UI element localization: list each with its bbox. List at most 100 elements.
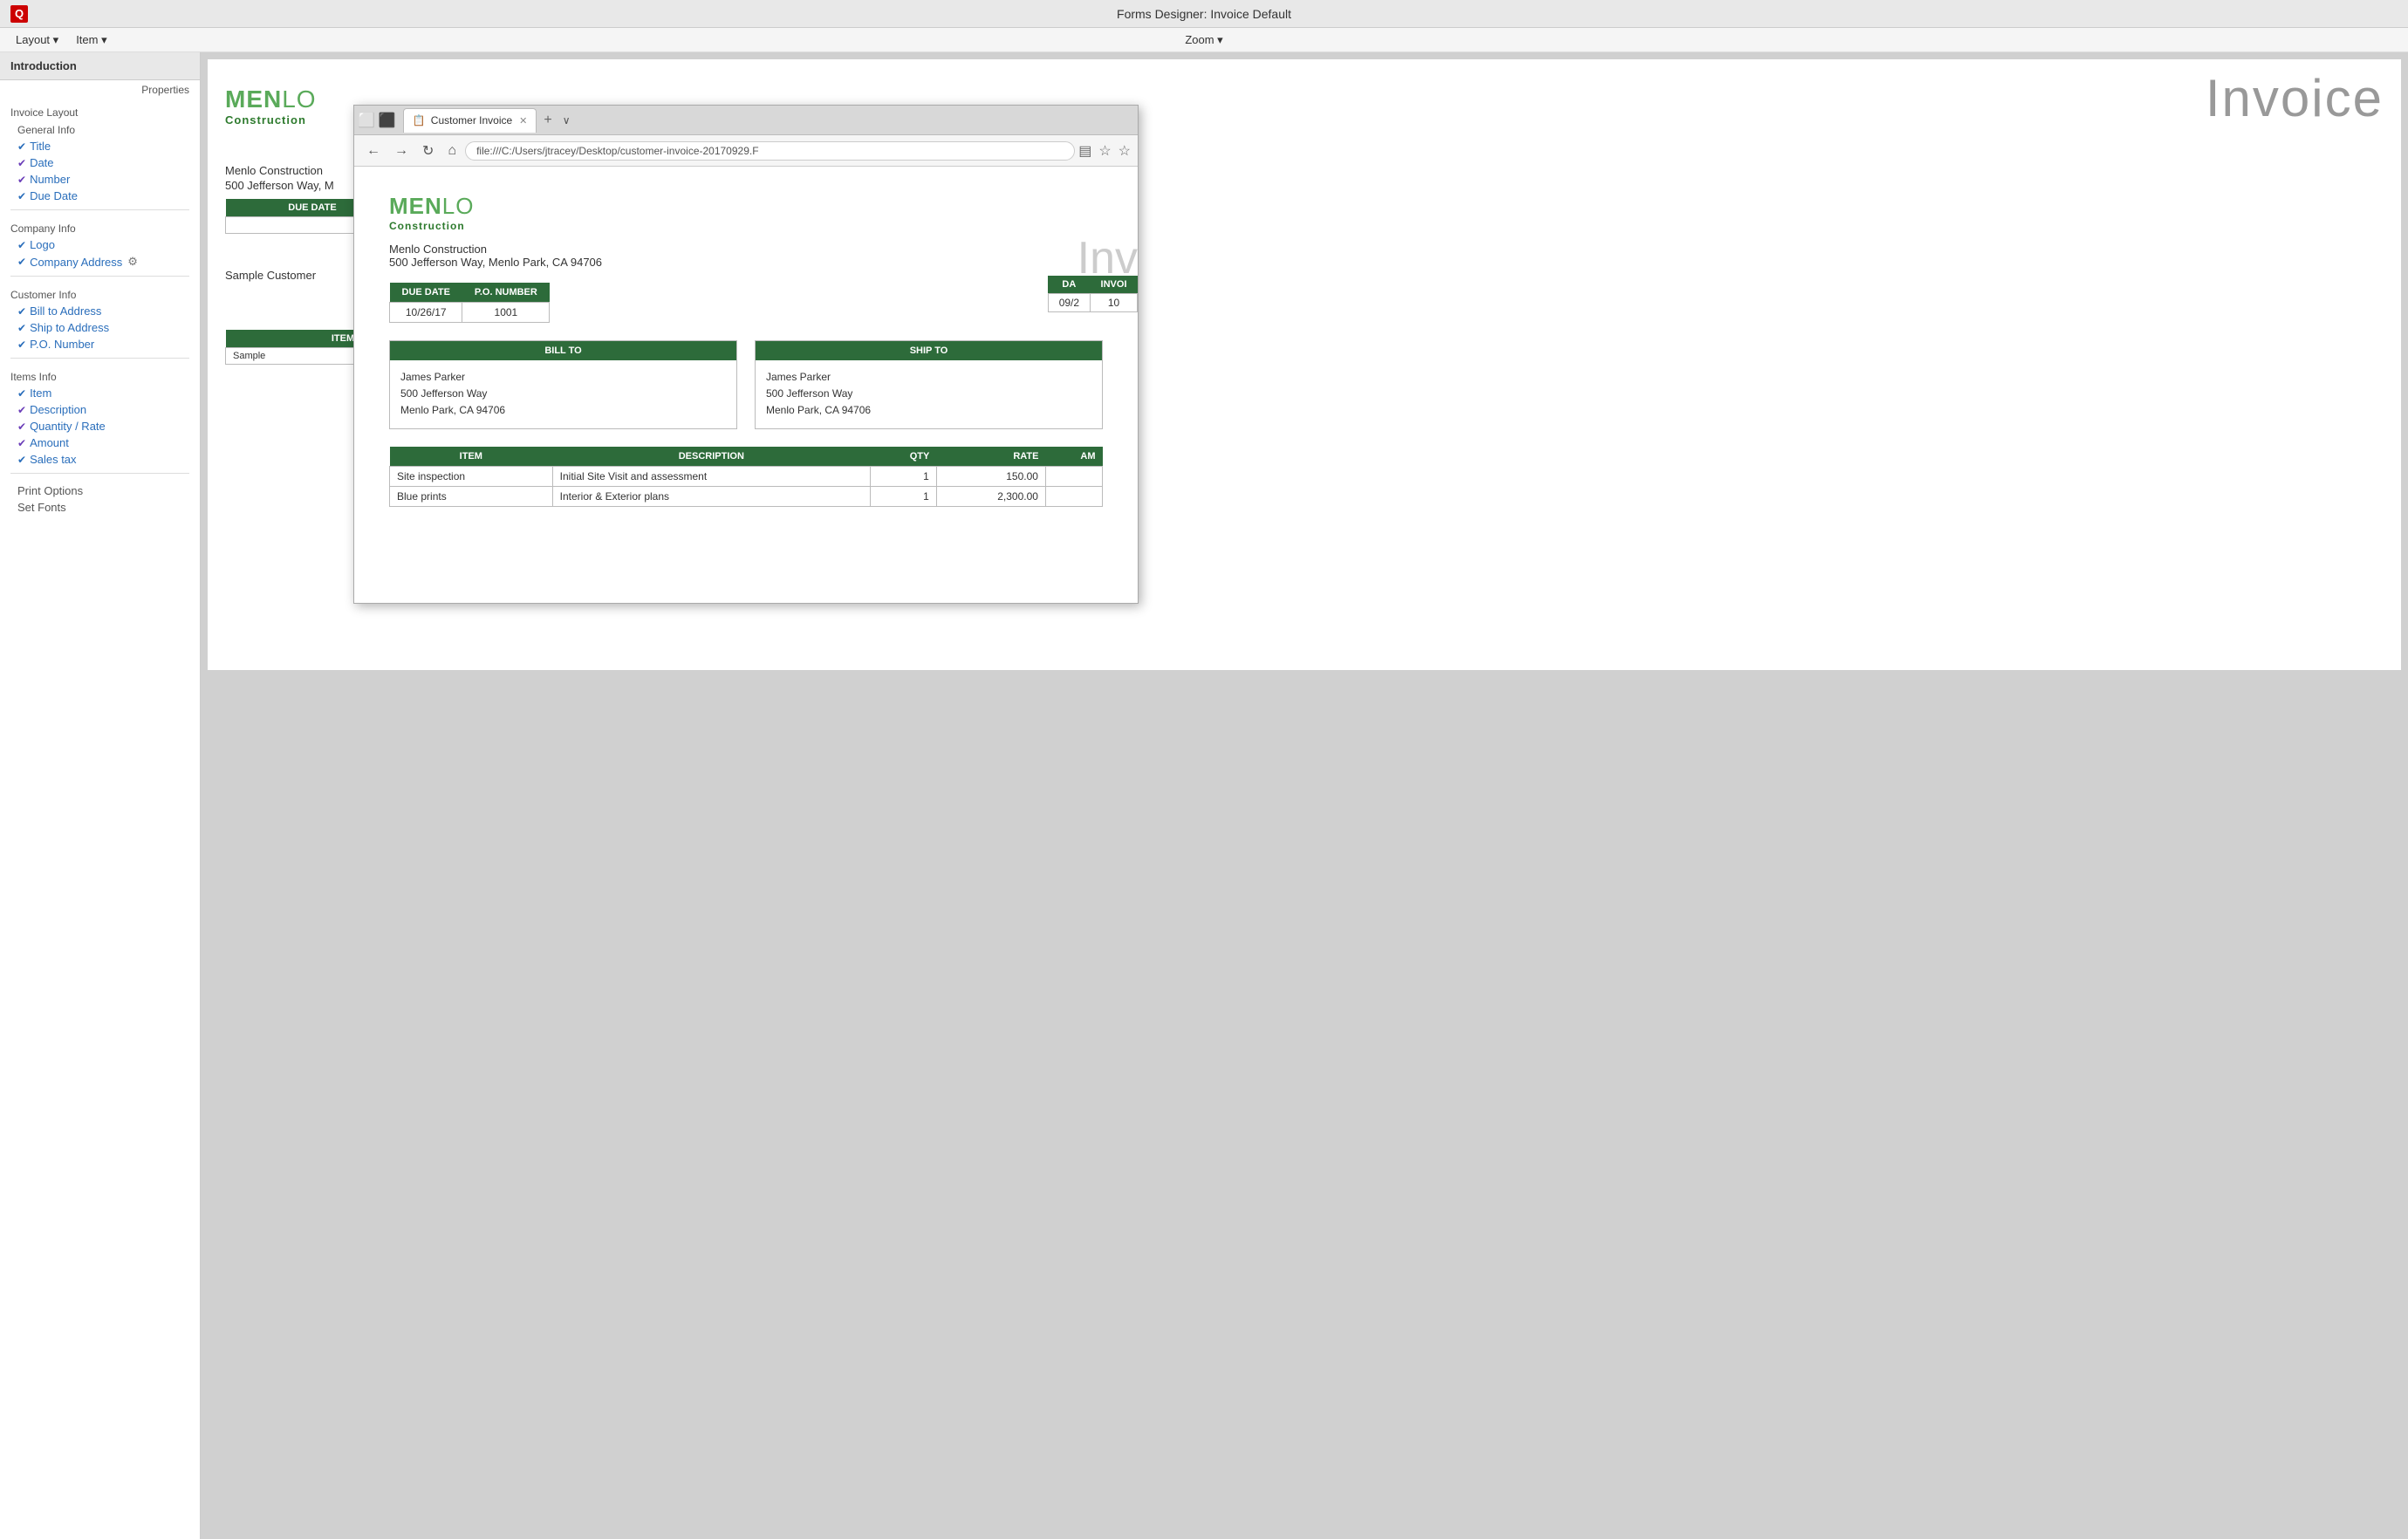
inv-addresses: BILL TO James Parker 500 Jefferson Way M… (389, 340, 1103, 429)
sidebar-item-description[interactable]: ✔ Description (10, 401, 189, 418)
browser-page-icon-1: ⬜ (358, 112, 375, 129)
menu-zoom[interactable]: Zoom ▾ (1185, 33, 1222, 47)
sidebar-section-items: Items Info ✔ Item ✔ Description ✔ Quanti… (0, 362, 200, 469)
sample-customer-bg: Sample Customer (225, 269, 316, 282)
item-col-header: ITEM (390, 447, 553, 467)
inv-company-address: 500 Jefferson Way, Menlo Park, CA 94706 (389, 256, 1103, 269)
sidebar-section-company: Company Info ✔ Logo ✔ Company Address ⚙ (0, 214, 200, 272)
amount-col-header: AM (1045, 447, 1102, 467)
sidebar-item-company-address[interactable]: ✔ Company Address ⚙ (10, 253, 189, 270)
browser-refresh-button[interactable]: ↻ (417, 140, 439, 161)
invoice-title-bg: Invoice (2206, 68, 2384, 128)
number-label: Number (30, 173, 70, 186)
sidebar-item-amount[interactable]: ✔ Amount (10, 434, 189, 451)
po-number-label: P.O. Number (30, 338, 94, 351)
sidebar-title: Introduction (0, 52, 200, 80)
invoice-content: Inv DA INVOI 09/2 10 (354, 167, 1138, 603)
bill-to-name: James Parker (400, 369, 726, 386)
title-label: Title (30, 140, 51, 153)
print-options-label: Print Options (17, 484, 83, 497)
sidebar-item-ship-to[interactable]: ✔ Ship to Address (10, 319, 189, 336)
divider-4 (10, 473, 189, 474)
browser-favorites-icon[interactable]: ☆ (1118, 142, 1131, 160)
ship-to-address2: Menlo Park, CA 94706 (766, 402, 1091, 419)
ship-to-header: SHIP TO (756, 341, 1102, 360)
sidebar-item-bill-to[interactable]: ✔ Bill to Address (10, 303, 189, 319)
sidebar-item-number[interactable]: ✔ Number (10, 171, 189, 188)
logo-label: Logo (30, 238, 55, 251)
company-logo-bg: MENLO Construction (225, 86, 317, 127)
check-sales-tax: ✔ (17, 454, 26, 466)
bill-to-body: James Parker 500 Jefferson Way Menlo Par… (390, 360, 736, 428)
title-bar-text: Forms Designer: Invoice Default (1117, 7, 1291, 21)
company-info-header: Company Info (10, 219, 189, 236)
browser-tab-active[interactable]: 📋 Customer Invoice ✕ (403, 108, 537, 133)
po-number-col-header: P.O. NUMBER (462, 283, 550, 303)
inv-company-info: Menlo Construction 500 Jefferson Way, Me… (389, 243, 1103, 269)
browser-tab-favicon: 📋 (413, 114, 426, 127)
browser-page-icon-2: ⬛ (379, 112, 396, 129)
sidebar-item-due-date[interactable]: ✔ Due Date (10, 188, 189, 204)
ship-to-name: James Parker (766, 369, 1091, 386)
browser-favorite-icon[interactable]: ☆ (1098, 142, 1111, 160)
inv-logo-construction: Construction (389, 220, 1103, 232)
inv-date-table: DA INVOI 09/2 10 (1048, 276, 1138, 312)
description-label: Description (30, 403, 86, 416)
bill-to-address1: 500 Jefferson Way (400, 386, 726, 402)
set-fonts-label: Set Fonts (17, 501, 66, 514)
due-date-col-header: DUE DATE (390, 283, 462, 303)
browser-window: ⬜ ⬛ 📋 Customer Invoice ✕ + ∨ ← → ↻ ⌂ fil… (353, 105, 1139, 604)
browser-tab-close[interactable]: ✕ (519, 115, 527, 127)
sidebar-item-set-fonts[interactable]: Set Fonts (10, 499, 189, 516)
menu-item[interactable]: Item ▾ (67, 31, 115, 50)
sidebar-item-print-options[interactable]: Print Options (10, 482, 189, 499)
sidebar-item-sales-tax[interactable]: ✔ Sales tax (10, 451, 189, 468)
table-row: Blue prints Interior & Exterior plans 1 … (390, 486, 1103, 506)
inv-ship-to-box: SHIP TO James Parker 500 Jefferson Way M… (755, 340, 1103, 429)
ship-to-label: Ship to Address (30, 321, 109, 334)
ship-to-body: James Parker 500 Jefferson Way Menlo Par… (756, 360, 1102, 428)
check-amount: ✔ (17, 437, 26, 449)
browser-nav-bar: ← → ↻ ⌂ file:///C:/Users/jtracey/Desktop… (354, 135, 1138, 167)
table-row: 09/2 10 (1048, 294, 1137, 312)
inv-header-table: DUE DATE P.O. NUMBER 10/26/17 1001 (389, 283, 550, 323)
check-qty-rate: ✔ (17, 421, 26, 433)
browser-tab-bar: ⬜ ⬛ 📋 Customer Invoice ✕ + ∨ (354, 106, 1138, 135)
browser-reader-icon[interactable]: ▤ (1078, 142, 1091, 160)
sidebar-item-title[interactable]: ✔ Title (10, 138, 189, 154)
company-name-bg: Menlo Construction (225, 164, 323, 177)
gear-icon[interactable]: ⚙ (127, 255, 138, 269)
description-col-header: DESCRIPTION (552, 447, 870, 467)
customer-info-header: Customer Info (10, 285, 189, 303)
sidebar-item-po-number[interactable]: ✔ P.O. Number (10, 336, 189, 352)
amount-label: Amount (30, 436, 69, 449)
check-date: ✔ (17, 157, 26, 169)
sidebar-item-item[interactable]: ✔ Item (10, 385, 189, 401)
sidebar-item-logo[interactable]: ✔ Logo (10, 236, 189, 253)
bill-to-address2: Menlo Park, CA 94706 (400, 402, 726, 419)
check-logo: ✔ (17, 239, 26, 251)
browser-tab-more[interactable]: ∨ (558, 114, 576, 127)
check-title: ✔ (17, 140, 26, 153)
browser-forward-button[interactable]: → (389, 141, 414, 161)
check-bill-to: ✔ (17, 305, 26, 318)
table-row: 10/26/17 1001 (390, 303, 550, 323)
browser-new-tab-button[interactable]: + (538, 113, 557, 128)
title-bar: Q Forms Designer: Invoice Default (0, 0, 2408, 28)
table-row: Site inspection Initial Site Visit and a… (390, 466, 1103, 486)
sidebar-item-date[interactable]: ✔ Date (10, 154, 189, 171)
sidebar: Introduction Properties Invoice Layout G… (0, 52, 201, 1539)
check-company-address: ✔ (17, 256, 26, 268)
menu-layout[interactable]: Layout ▾ (7, 31, 67, 50)
browser-back-button[interactable]: ← (361, 141, 386, 161)
inv-logo-menlo: MENLO (389, 193, 1103, 220)
content-area: Invoice MENLO Construction Menlo Constru… (201, 52, 2408, 1539)
sales-tax-label: Sales tax (30, 453, 76, 466)
po-number-value: 1001 (462, 303, 550, 323)
browser-home-button[interactable]: ⌂ (442, 141, 462, 161)
browser-address-bar[interactable]: file:///C:/Users/jtracey/Desktop/custome… (465, 141, 1075, 161)
logo-menlo-bg: MENLO (225, 86, 317, 113)
qty-col-header: QTY (870, 447, 936, 467)
sidebar-item-qty-rate[interactable]: ✔ Quantity / Rate (10, 418, 189, 434)
check-po-number: ✔ (17, 339, 26, 351)
